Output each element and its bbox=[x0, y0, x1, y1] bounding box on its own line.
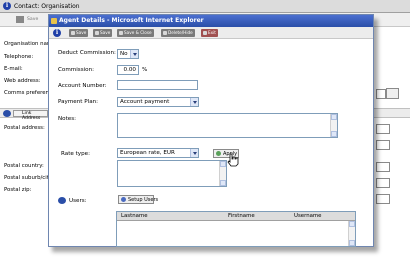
section-icon bbox=[3, 110, 11, 117]
comms-lookup-button[interactable] bbox=[386, 88, 399, 99]
postal-address-field-1[interactable] bbox=[376, 124, 390, 134]
payment-plan-label: Payment Plan: bbox=[58, 99, 99, 105]
commission-unit: % bbox=[142, 67, 148, 73]
apply-icon bbox=[216, 151, 221, 156]
users-table: Lastname Firstname Username bbox=[116, 211, 356, 247]
info-icon: i bbox=[53, 29, 61, 37]
postal-zip-label: Postal zip: bbox=[4, 187, 32, 193]
rate-type-value: European rate, EUR bbox=[120, 150, 175, 156]
postal-zip-field[interactable] bbox=[376, 194, 390, 204]
postal-country-label: Postal country: bbox=[4, 163, 44, 169]
setup-users-button[interactable]: Setup Users bbox=[118, 195, 158, 204]
deduct-commission-value: No bbox=[120, 51, 128, 57]
telephone-label: Telephone: bbox=[4, 54, 34, 60]
link-address-button[interactable]: Link Address bbox=[13, 110, 48, 121]
rate-details-scrollbar[interactable] bbox=[219, 161, 226, 186]
col-firstname[interactable]: Firstname bbox=[228, 213, 255, 219]
users-icon bbox=[58, 197, 66, 204]
setup-users-icon bbox=[121, 197, 126, 202]
payment-plan-select[interactable]: Account payment bbox=[117, 97, 199, 107]
rate-type-select[interactable]: European rate, EUR bbox=[117, 148, 199, 158]
postal-country-select[interactable] bbox=[376, 162, 390, 172]
exit-button[interactable]: Exit bbox=[201, 29, 218, 37]
deduct-commission-label: Deduct Commission: bbox=[58, 50, 116, 56]
save-icon[interactable] bbox=[16, 16, 24, 23]
notes-label: Notes: bbox=[58, 116, 77, 122]
commission-label: Commission: bbox=[58, 67, 95, 73]
notes-scrollbar[interactable] bbox=[330, 114, 337, 137]
users-table-scrollbar[interactable] bbox=[348, 221, 355, 246]
deduct-commission-select[interactable]: No bbox=[117, 49, 139, 59]
col-lastname[interactable]: Lastname bbox=[121, 213, 148, 219]
dialog-toolbar: i Save Save Save & Close Delete/Hide Exi… bbox=[49, 27, 373, 39]
save-button[interactable]: Save bbox=[69, 29, 89, 37]
notes-textarea[interactable] bbox=[117, 113, 338, 138]
comms-preference-select[interactable] bbox=[376, 89, 386, 99]
web-address-label: Web address: bbox=[4, 78, 41, 84]
commission-input[interactable]: 0.00 bbox=[117, 65, 139, 75]
account-number-label: Account Number: bbox=[58, 83, 107, 89]
postal-address-label: Postal address: bbox=[4, 125, 45, 131]
postal-suburb-label: Postal suburb/city bbox=[4, 175, 53, 181]
background-title: Contact: Organisation bbox=[14, 3, 80, 10]
delete-hide-button[interactable]: Delete/Hide bbox=[161, 29, 195, 37]
payment-plan-value: Account payment bbox=[120, 99, 170, 105]
setup-users-label: Setup Users bbox=[128, 197, 159, 203]
dialog-title: Agent Details - Microsoft Internet Explo… bbox=[59, 17, 204, 24]
ie-window-icon bbox=[51, 18, 57, 24]
info-icon: i bbox=[3, 2, 11, 10]
email-label: E-mail: bbox=[4, 66, 23, 72]
background-title-bar: i Contact: Organisation bbox=[0, 0, 410, 13]
chevron-down-icon bbox=[130, 50, 138, 58]
dialog-title-bar: Agent Details - Microsoft Internet Explo… bbox=[49, 15, 373, 27]
hand-cursor-icon bbox=[227, 153, 239, 167]
rate-details-textarea[interactable] bbox=[117, 160, 227, 187]
users-table-header: Lastname Firstname Username bbox=[117, 212, 355, 221]
rate-type-label: Rate type: bbox=[61, 151, 90, 157]
postal-address-field-2[interactable] bbox=[376, 140, 390, 150]
background-save-label[interactable]: Save bbox=[27, 17, 38, 22]
save-new-button[interactable]: Save bbox=[93, 29, 113, 37]
users-label: Users: bbox=[69, 198, 87, 204]
account-number-input[interactable] bbox=[117, 80, 198, 90]
postal-suburb-field[interactable] bbox=[376, 178, 390, 188]
chevron-down-icon bbox=[190, 149, 198, 157]
chevron-down-icon bbox=[190, 98, 198, 106]
save-close-button[interactable]: Save & Close bbox=[117, 29, 154, 37]
col-username[interactable]: Username bbox=[294, 213, 321, 219]
agent-details-dialog: Agent Details - Microsoft Internet Explo… bbox=[48, 14, 374, 247]
